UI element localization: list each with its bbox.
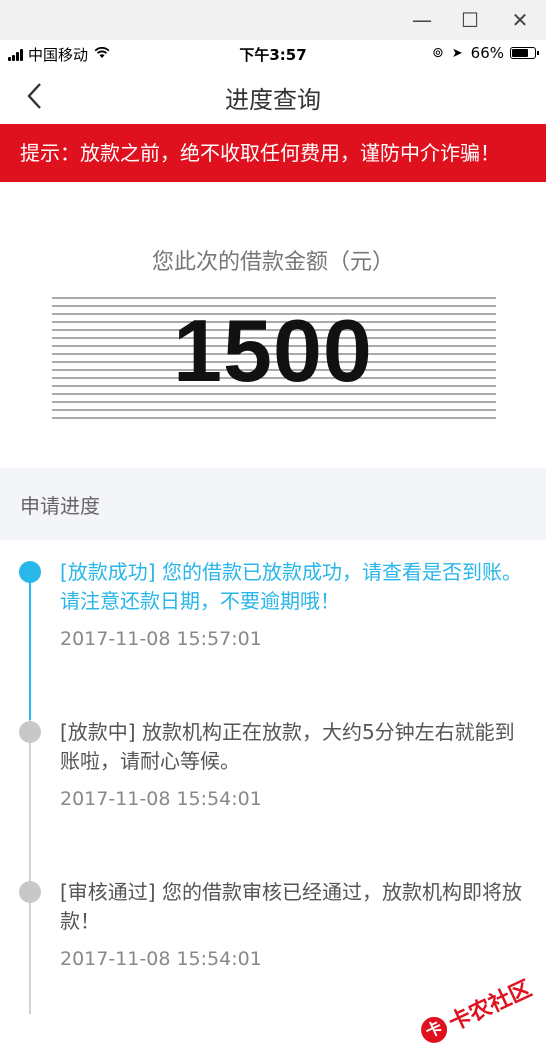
battery-percent: 66% [470,44,504,62]
loan-amount-section: 您此次的借款金额（元） 1500 [0,182,546,468]
rotation-lock-icon: ⊚ [432,45,444,61]
maximize-icon[interactable]: ☐ [450,4,490,36]
notice-banner: 提示：放款之前，绝不收取任何费用，谨防中介诈骗！ [0,124,546,182]
progress-item-text: [放款中] 放款机构正在放款，大约5分钟左右就能到账啦，请耐心等候。 [60,720,515,773]
timeline-dot [19,881,41,903]
minimize-icon[interactable]: — [402,4,442,36]
battery-icon [510,47,539,59]
window-title-bar: — ☐ ✕ [0,0,546,40]
progress-item-time: 2017-11-08 15:54:01 [60,788,262,810]
progress-timeline: [放款成功] 您的借款已放款成功，请查看是否到账。请注意还款日期，不要逾期哦！ … [0,540,546,1014]
timeline-line-active [29,572,31,720]
watermark-logo-icon: 卡 [416,1012,452,1048]
loan-amount-value: 1500 [173,301,373,400]
progress-item-text: [放款成功] 您的借款已放款成功，请查看是否到账。请注意还款日期，不要逾期哦！ [60,560,522,613]
progress-header-label: 申请进度 [20,494,100,518]
timeline-line [29,720,31,1014]
progress-item-time: 2017-11-08 15:54:01 [60,948,262,970]
location-icon: ➤ [451,45,463,61]
progress-item-text: [审核通过] 您的借款审核已经通过，放款机构即将放款！ [60,880,522,933]
loan-amount-label: 您此次的借款金额（元） [151,250,394,275]
timeline-dot [19,721,41,743]
close-icon[interactable]: ✕ [500,4,540,36]
page-title: 进度查询 [225,86,321,114]
navigation-bar: 进度查询 [0,68,546,124]
progress-header: 申请进度 [0,468,546,540]
progress-item-time: 2017-11-08 15:57:01 [60,628,262,650]
status-bar: 中国移动 下午3:57 ⊚ ➤ 66% [0,40,546,68]
timeline-dot-active [19,561,41,583]
